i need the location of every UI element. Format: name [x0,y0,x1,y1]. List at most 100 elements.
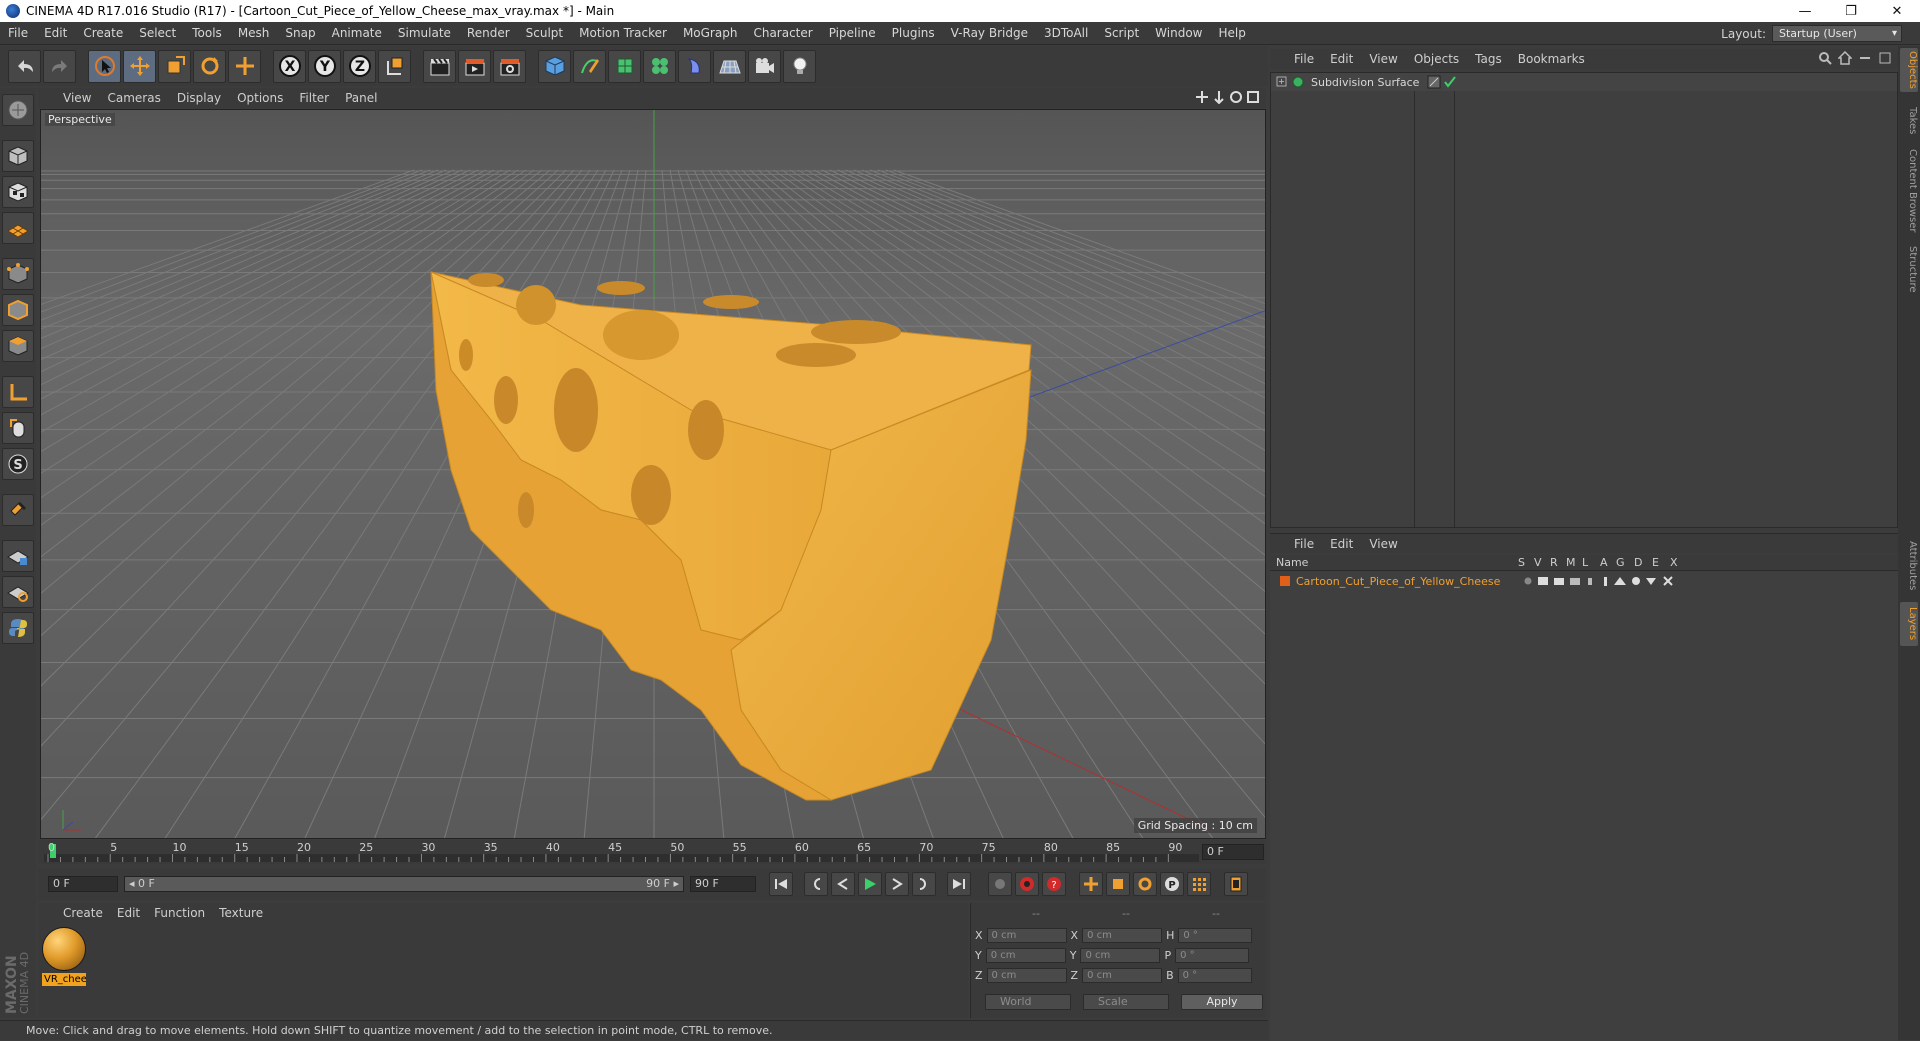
enable-snap-button[interactable] [2,494,34,526]
z-axis-lock-button[interactable]: Z [343,49,376,83]
home-icon[interactable] [1838,51,1852,65]
objects-menu-objects[interactable]: Objects [1406,52,1467,66]
add-spline-button[interactable] [573,49,606,83]
previous-frame-button[interactable] [831,872,855,896]
material-menu-function[interactable]: Function [147,906,212,920]
next-frame-button[interactable] [885,872,909,896]
viewport-menu-options[interactable]: Options [230,91,290,105]
timeline-ruler[interactable]: 0 5 10 15 20 25 30 35 40 45 50 55 60 65 … [38,840,1266,864]
go-to-end-button[interactable] [947,872,971,896]
position-y-field[interactable]: 0 cm [985,947,1066,963]
size-z-field[interactable]: 0 cm [1082,967,1163,983]
redo-button[interactable] [43,49,76,83]
objects-menu-edit[interactable]: Edit [1322,52,1361,66]
material-menu-create[interactable]: Create [56,906,110,920]
menu-snap[interactable]: Snap [277,26,323,40]
tab-attributes[interactable]: Attributes [1900,536,1918,596]
menu-motion-tracker[interactable]: Motion Tracker [571,26,675,40]
rotation-h-field[interactable]: 0 ° [1178,927,1253,943]
size-y-field[interactable]: 0 cm [1080,947,1161,963]
position-z-field[interactable]: 0 cm [986,967,1067,983]
object-name[interactable]: Subdivision Surface [1311,76,1421,89]
menu-file[interactable]: File [0,26,36,40]
transform-tool-button[interactable] [228,49,261,83]
menu-3dtoall[interactable]: 3DToAll [1036,26,1096,40]
expand-toggle-icon[interactable] [1275,75,1289,89]
python-button[interactable] [2,612,34,644]
object-row-subdivision-surface[interactable]: Subdivision Surface [1271,73,1897,91]
layer-color-swatch[interactable] [1280,576,1290,586]
tab-structure[interactable]: Structure [1900,242,1918,296]
key-pla-button[interactable] [1187,872,1211,896]
enabled-check-icon[interactable] [1443,75,1457,89]
viewport-menu-view[interactable]: View [56,91,98,105]
menu-edit[interactable]: Edit [36,26,75,40]
x-axis-lock-button[interactable]: X [273,49,306,83]
texture-mode-button[interactable] [2,176,34,208]
menu-render[interactable]: Render [459,26,518,40]
render-view-button[interactable] [423,49,456,83]
restore-button[interactable]: ❐ [1828,0,1874,22]
menu-create[interactable]: Create [75,26,131,40]
record-button[interactable] [1015,872,1039,896]
key-parameter-button[interactable]: P [1160,872,1184,896]
material-menu-texture[interactable]: Texture [212,906,270,920]
make-editable-button[interactable] [2,94,34,126]
motion-path-button[interactable] [988,872,1012,896]
menu-character[interactable]: Character [745,26,820,40]
workplane-mode-button[interactable] [2,212,34,244]
key-rotation-button[interactable] [1133,872,1157,896]
rotation-b-field[interactable]: 0 ° [1177,967,1252,983]
menu-mograph[interactable]: MoGraph [675,26,746,40]
add-light-button[interactable] [783,49,816,83]
orbit-icon[interactable] [1229,90,1243,104]
dolly-icon[interactable] [1212,90,1226,104]
menu-tools[interactable]: Tools [184,26,230,40]
layout-dropdown[interactable]: Startup (User) [1772,25,1902,42]
viewport-menu-filter[interactable]: Filter [292,91,336,105]
next-key-button[interactable] [912,872,936,896]
current-frame-field[interactable]: 0 F [1202,844,1264,860]
position-x-field[interactable]: 0 cm [986,927,1067,943]
material-menu-edit[interactable]: Edit [110,906,147,920]
coordinate-space-dropdown[interactable]: World [985,994,1071,1010]
menu-window[interactable]: Window [1147,26,1210,40]
menu-plugins[interactable]: Plugins [884,26,943,40]
start-frame-field[interactable]: 0 F [48,876,118,892]
axis-mode-button[interactable] [2,376,34,408]
tab-content-browser[interactable]: Content Browser [1900,146,1918,236]
coordinate-system-button[interactable] [378,49,411,83]
viewport-camera-label[interactable]: Perspective [45,113,115,126]
planar-workplane-button[interactable] [2,576,34,608]
minimize-button[interactable]: — [1782,0,1828,22]
layers-menu-view[interactable]: View [1361,537,1405,551]
pan-icon[interactable] [1195,90,1209,104]
menu-simulate[interactable]: Simulate [390,26,459,40]
autokey-button[interactable]: ? [1042,872,1066,896]
rotation-p-field[interactable]: 0 ° [1175,947,1250,963]
objects-menu-tags[interactable]: Tags [1467,52,1510,66]
apply-button[interactable]: Apply [1181,994,1263,1010]
collapse-icon[interactable] [1858,51,1872,65]
polygons-mode-button[interactable] [2,330,34,362]
add-environment-button[interactable] [713,49,746,83]
rotate-tool-button[interactable] [193,49,226,83]
menu-mesh[interactable]: Mesh [230,26,278,40]
add-camera-button[interactable] [748,49,781,83]
play-button[interactable] [858,872,882,896]
add-generator-button[interactable] [608,49,641,83]
previous-key-button[interactable] [804,872,828,896]
tweak-mode-button[interactable] [2,412,34,444]
viewport-menu-panel[interactable]: Panel [338,91,384,105]
scale-tool-button[interactable] [158,49,191,83]
render-to-picture-viewer-button[interactable] [458,49,491,83]
search-icon[interactable] [1818,51,1832,65]
snapping-button[interactable]: S [2,448,34,480]
end-frame-field[interactable]: 90 F [690,876,756,892]
layer-flag-icons[interactable] [1520,574,1690,588]
y-axis-lock-button[interactable]: Y [308,49,341,83]
key-scale-button[interactable] [1106,872,1130,896]
menu-select[interactable]: Select [131,26,184,40]
menu-script[interactable]: Script [1096,26,1147,40]
visibility-toggle-icon[interactable] [1427,75,1441,89]
